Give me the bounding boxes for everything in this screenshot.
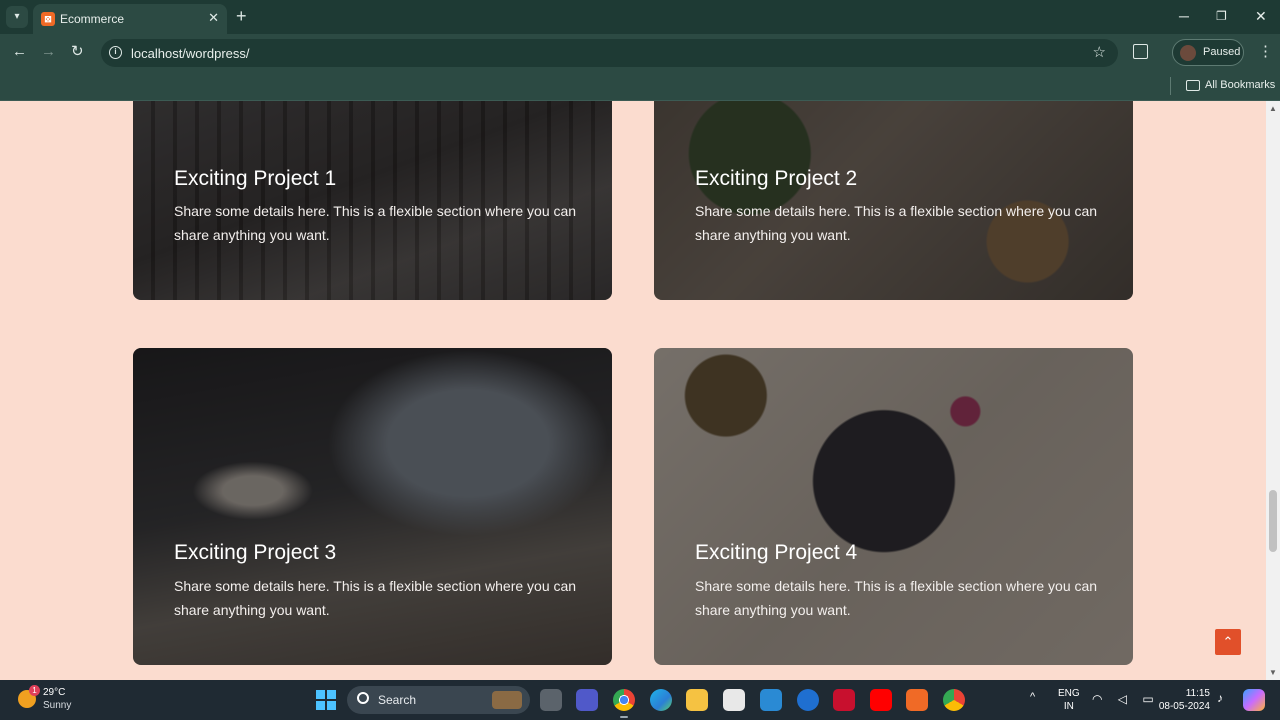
back-button[interactable]: ← [12, 43, 27, 61]
scrollbar-thumb[interactable] [1269, 490, 1277, 552]
folder-icon [1186, 80, 1200, 91]
project-title: Exciting Project 4 [695, 541, 858, 564]
profile-button[interactable]: Paused [1172, 39, 1244, 66]
site-info-icon[interactable]: i [109, 46, 122, 59]
project-card-4[interactable]: Exciting Project 4 Share some details he… [654, 348, 1133, 665]
language-indicator[interactable]: ENG IN [1058, 687, 1080, 713]
clock-time: 11:15 [1185, 688, 1210, 699]
browser-toolbar: ← → ↻ i localhost/wordpress/ ☆ Paused ⋮ [0, 34, 1280, 72]
show-hidden-icons[interactable]: ^ [1030, 691, 1035, 703]
address-bar[interactable]: i localhost/wordpress/ ☆ [101, 39, 1118, 67]
page-content: Exciting Project 1 Share some details he… [0, 101, 1280, 680]
scroll-up-arrow-icon[interactable]: ▲ [1269, 104, 1277, 113]
active-app-indicator [620, 716, 628, 718]
project-description: Share some details here. This is a flexi… [695, 203, 1098, 243]
tab-title: Ecommerce [60, 12, 125, 26]
clock-date: 08-05-2024 [1158, 701, 1210, 712]
notification-badge: 1 [29, 685, 40, 696]
windows-start-icon[interactable] [316, 690, 336, 710]
search-icon [357, 692, 369, 704]
forward-button[interactable]: → [41, 43, 56, 61]
scroll-to-top-button[interactable]: ⌃ [1215, 629, 1241, 655]
youtube-icon[interactable] [870, 689, 892, 711]
wifi-volume-battery-icons[interactable]: ◠ ◁ ▭ [1092, 692, 1160, 706]
project-description: Share some details here. This is a flexi… [174, 203, 577, 243]
edge-icon[interactable] [650, 689, 672, 711]
project-card-3[interactable]: Exciting Project 3 Share some details he… [133, 348, 612, 665]
system-clock[interactable]: 11:15 08-05-2024 [1158, 687, 1210, 713]
project-description: Share some details here. This is a flexi… [695, 578, 1098, 618]
address-url[interactable]: localhost/wordpress/ [131, 46, 250, 61]
notification-bell-icon[interactable]: ♪ [1217, 691, 1223, 705]
search-highlight-image [492, 691, 522, 709]
project-title: Exciting Project 3 [174, 541, 337, 564]
tab-ecommerce[interactable]: ⊠ Ecommerce ✕ [33, 4, 227, 34]
copilot-icon[interactable] [1243, 689, 1265, 711]
bookmark-star-icon[interactable]: ☆ [1093, 43, 1106, 61]
language-code: ENG [1058, 688, 1080, 699]
windows-taskbar: 1 29°C Sunny Search ^ ENG IN ◠ ◁ ▭ 11:15… [0, 680, 1280, 720]
taskbar-search[interactable]: Search [347, 686, 530, 714]
xampp-favicon-icon: ⊠ [41, 12, 55, 26]
profile-status: Paused [1203, 46, 1241, 58]
file-explorer-icon[interactable] [686, 689, 708, 711]
project-title: Exciting Project 1 [174, 167, 337, 190]
teams-icon[interactable] [576, 689, 598, 711]
new-tab-button[interactable]: + [236, 6, 247, 26]
browser-tab-strip: ▾ ⊠ Ecommerce ✕ + ─ ❐ ✕ [0, 0, 1280, 34]
page-scrollbar[interactable]: ▲ ▼ [1266, 101, 1280, 680]
search-label: Search [378, 693, 417, 707]
microsoft-store-icon[interactable] [723, 689, 745, 711]
all-bookmarks-link[interactable]: All Bookmarks [1205, 79, 1275, 91]
weather-temperature[interactable]: 29°C [43, 687, 65, 698]
bookmarks-bar: All Bookmarks [0, 72, 1280, 101]
maximize-button[interactable]: ❐ [1216, 6, 1227, 26]
task-view-icon[interactable] [540, 689, 562, 711]
extensions-icon[interactable] [1133, 44, 1148, 59]
bookmarks-divider [1170, 77, 1171, 95]
chrome-icon[interactable] [613, 689, 635, 711]
project-description: Share some details here. This is a flexi… [174, 578, 577, 618]
avatar [1180, 45, 1196, 61]
xampp-icon[interactable] [906, 689, 928, 711]
reload-button[interactable]: ↻ [71, 43, 84, 61]
tab-close-icon[interactable]: ✕ [208, 10, 219, 26]
help-icon[interactable] [797, 689, 819, 711]
chrome-profile-icon[interactable] [943, 689, 965, 711]
close-window-button[interactable]: ✕ [1255, 6, 1267, 26]
scroll-down-arrow-icon[interactable]: ▼ [1269, 668, 1277, 677]
project-card-2[interactable]: Exciting Project 2 Share some details he… [654, 101, 1133, 300]
project-title: Exciting Project 2 [695, 167, 858, 190]
tab-search-button[interactable]: ▾ [6, 6, 28, 28]
weather-condition[interactable]: Sunny [43, 700, 71, 711]
project-card-1[interactable]: Exciting Project 1 Share some details he… [133, 101, 612, 300]
minimize-button[interactable]: ─ [1179, 6, 1189, 26]
mcafee-icon[interactable] [833, 689, 855, 711]
region-code: IN [1063, 701, 1074, 712]
browser-menu-icon[interactable]: ⋮ [1258, 42, 1273, 60]
mysql-workbench-icon[interactable] [760, 689, 782, 711]
